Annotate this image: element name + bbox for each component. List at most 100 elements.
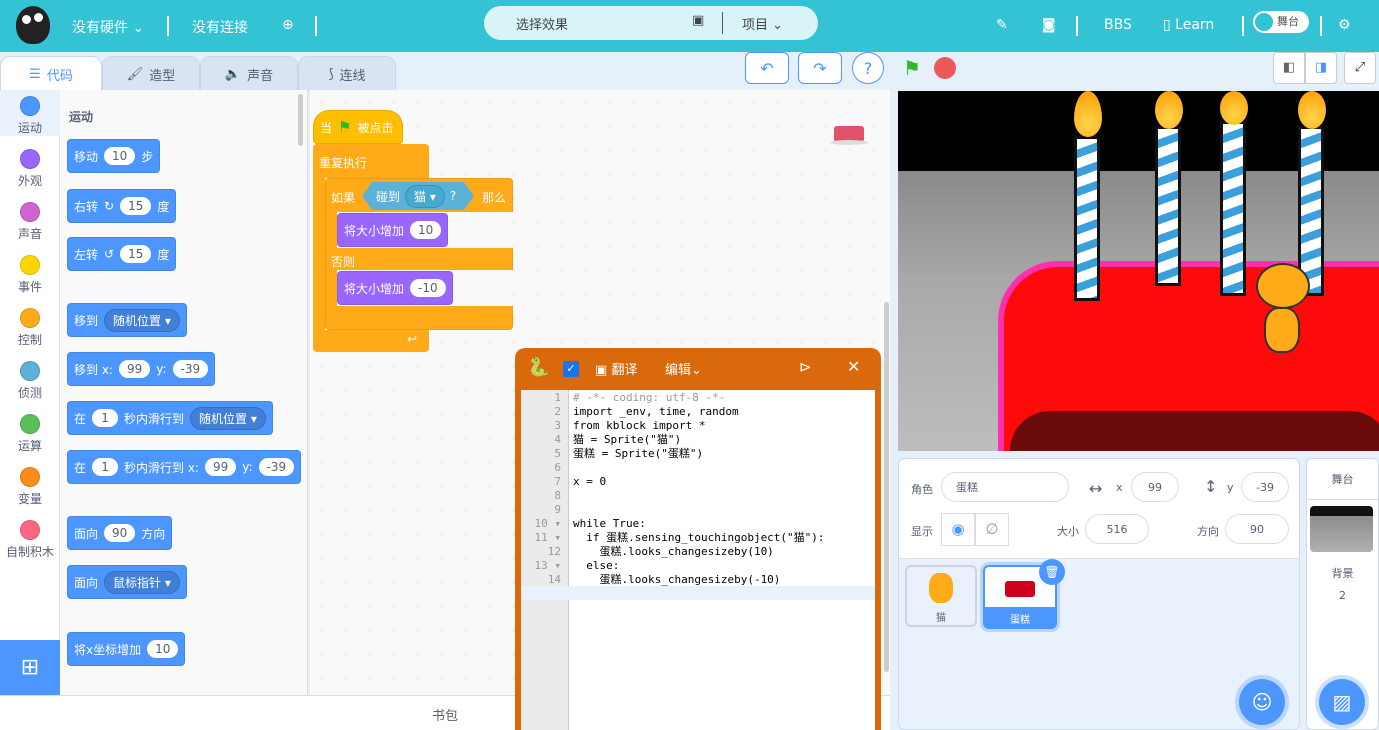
category-2[interactable]: 声音 (0, 196, 60, 242)
motion-block[interactable]: 在 1 秒内滑行到 x: 99 y: -39 (67, 450, 302, 484)
when-flag-clicked-block[interactable]: 当 ⚑ 被点击 (313, 110, 403, 144)
trash-icon: 🗑 (1044, 565, 1060, 579)
tab-sounds[interactable]: 🔈 声音 (200, 56, 298, 92)
fullscreen-button[interactable]: ⤢ (1344, 52, 1376, 84)
dropdown[interactable]: 随机位置 ▾ (190, 406, 266, 430)
bbs-link[interactable]: BBS (1104, 17, 1132, 33)
number-input[interactable]: 15 (120, 197, 152, 215)
category-3[interactable]: 事件 (0, 249, 60, 295)
x-input[interactable]: 99 (1131, 472, 1179, 502)
block-text: ↻ (104, 199, 115, 213)
tab-code[interactable]: ☰ 代码 (0, 56, 102, 92)
motion-block[interactable]: 移到 x: 99 y: -39 (67, 352, 216, 386)
small-stage-button[interactable]: ◧ (1273, 52, 1305, 84)
sprite-tile-cat[interactable]: 猫 (905, 565, 977, 627)
add-sprite-button[interactable]: ☺ (1239, 679, 1285, 725)
save-icon[interactable]: ▣ (692, 13, 704, 28)
block-text: 右转 (74, 199, 99, 214)
learn-link[interactable]: ▯ Learn (1163, 17, 1214, 33)
script-scrollbar[interactable] (884, 302, 889, 672)
number-input[interactable]: 15 (120, 245, 152, 263)
undo-button[interactable]: ↶ (745, 52, 789, 84)
edit-icon[interactable]: ✎ (996, 17, 1008, 33)
category-8[interactable]: 自制积木 (0, 514, 60, 560)
line-number: 13 ▾ (534, 559, 562, 572)
sprite-tile-cake[interactable]: 蛋糕 🗑 (983, 559, 1065, 629)
flame (1074, 91, 1102, 137)
hide-sprite-button[interactable]: ∅ (975, 513, 1009, 546)
y-input[interactable]: -39 (1241, 472, 1289, 502)
motion-block[interactable]: 移到 随机位置 ▾ (67, 303, 187, 337)
number-input[interactable]: 1 (92, 458, 119, 476)
redo-button[interactable]: ↷ (798, 52, 842, 84)
add-backdrop-button[interactable]: ▨ (1319, 679, 1365, 725)
motion-block[interactable]: 左转 ↺ 15 度 (67, 237, 177, 271)
touching-block[interactable]: 碰到 猫 ▾ ? (362, 182, 474, 210)
effect-selector[interactable]: 选择效果 ▣ 项目 ⌄ (484, 6, 818, 40)
sync-checkbox[interactable]: ✓ (563, 361, 579, 377)
dropdown[interactable]: 鼠标指针 ▾ (104, 570, 180, 594)
stage-toggle[interactable]: 舞台 (1253, 11, 1309, 33)
close-icon[interactable]: ✕ (847, 357, 860, 376)
candle (1220, 121, 1246, 296)
stage-panel[interactable]: 舞台 背景 2 ▨ (1306, 458, 1379, 730)
number-input[interactable]: -39 (172, 360, 209, 378)
cat-sprite[interactable] (1250, 263, 1314, 359)
code-editor[interactable]: 12345678910 ▾11 ▾1213 ▾1415 # -*- coding… (521, 390, 875, 730)
change-size-block[interactable]: 将大小增加 10 (337, 213, 449, 247)
delete-sprite-button[interactable]: 🗑 (1039, 559, 1065, 585)
motion-block[interactable]: 面向 鼠标指针 ▾ (67, 565, 187, 599)
dropdown[interactable]: 随机位置 ▾ (104, 308, 180, 332)
category-0[interactable]: 运动 (0, 90, 60, 136)
stage-canvas[interactable] (898, 91, 1379, 451)
sprite-name-input[interactable]: 蛋糕 (941, 472, 1069, 502)
tab-costumes[interactable]: 🖌 造型 (102, 56, 200, 92)
if-else-block[interactable]: 如果 碰到 猫 ▾ ? 那么 否则 (325, 178, 513, 330)
category-5[interactable]: 侦测 (0, 355, 60, 401)
stop-icon[interactable] (934, 57, 956, 79)
size-input[interactable]: 516 (1085, 514, 1149, 544)
globe-icon[interactable]: ⊕ (282, 17, 294, 33)
large-stage-button[interactable]: ◨ (1305, 52, 1337, 84)
project-menu[interactable]: 项目 ⌄ (742, 14, 783, 33)
category-label: 自制积木 (5, 545, 54, 559)
number-input[interactable]: 90 (104, 524, 136, 542)
edit-menu[interactable]: 编辑⌄ (665, 359, 702, 378)
help-button[interactable]: ? (852, 52, 884, 84)
size-input[interactable]: 10 (410, 221, 442, 239)
run-icon[interactable]: ⊳ (799, 358, 812, 376)
green-flag-icon: ⚑ (338, 118, 352, 136)
line-number: 5 (554, 447, 561, 460)
motion-block[interactable]: 移动 10 步 (67, 139, 161, 173)
motion-block[interactable]: 将x坐标增加 10 (67, 632, 186, 666)
number-input[interactable]: 99 (204, 458, 237, 476)
category-dot (20, 361, 40, 381)
size-input[interactable]: -10 (410, 279, 446, 297)
category-7[interactable]: 变量 (0, 461, 60, 507)
camera-icon[interactable]: ◙ (1042, 17, 1056, 33)
tab-wiring[interactable]: ⟆ 连线 (298, 56, 396, 92)
palette-scrollbar[interactable] (298, 94, 303, 146)
gear-icon[interactable]: ⚙ (1338, 17, 1351, 33)
connection-button[interactable]: 没有连接 (192, 17, 248, 37)
number-input[interactable]: -39 (258, 458, 295, 476)
touching-target-dropdown[interactable]: 猫 ▾ (405, 185, 445, 208)
hardware-menu[interactable]: 没有硬件 ⌄ (72, 17, 144, 37)
motion-block[interactable]: 面向 90 方向 (67, 516, 173, 550)
category-4[interactable]: 控制 (0, 302, 60, 348)
direction-input[interactable]: 90 (1225, 514, 1289, 544)
logo[interactable] (16, 6, 50, 44)
category-6[interactable]: 运算 (0, 408, 60, 454)
number-input[interactable]: 1 (92, 409, 119, 427)
translate-button[interactable]: ▣ 翻译 (595, 359, 637, 378)
category-1[interactable]: 外观 (0, 143, 60, 189)
add-extension-button[interactable]: ⊞ (0, 640, 60, 695)
change-size-block[interactable]: 将大小增加 -10 (337, 271, 453, 305)
show-sprite-button[interactable]: ◉ (941, 513, 975, 546)
number-input[interactable]: 99 (118, 360, 151, 378)
motion-block[interactable]: 右转 ↻ 15 度 (67, 189, 177, 223)
motion-block[interactable]: 在 1 秒内滑行到 随机位置 ▾ (67, 401, 273, 435)
number-input[interactable]: 10 (104, 147, 136, 165)
green-flag-icon[interactable]: ⚑ (903, 56, 921, 80)
number-input[interactable]: 10 (147, 640, 179, 658)
